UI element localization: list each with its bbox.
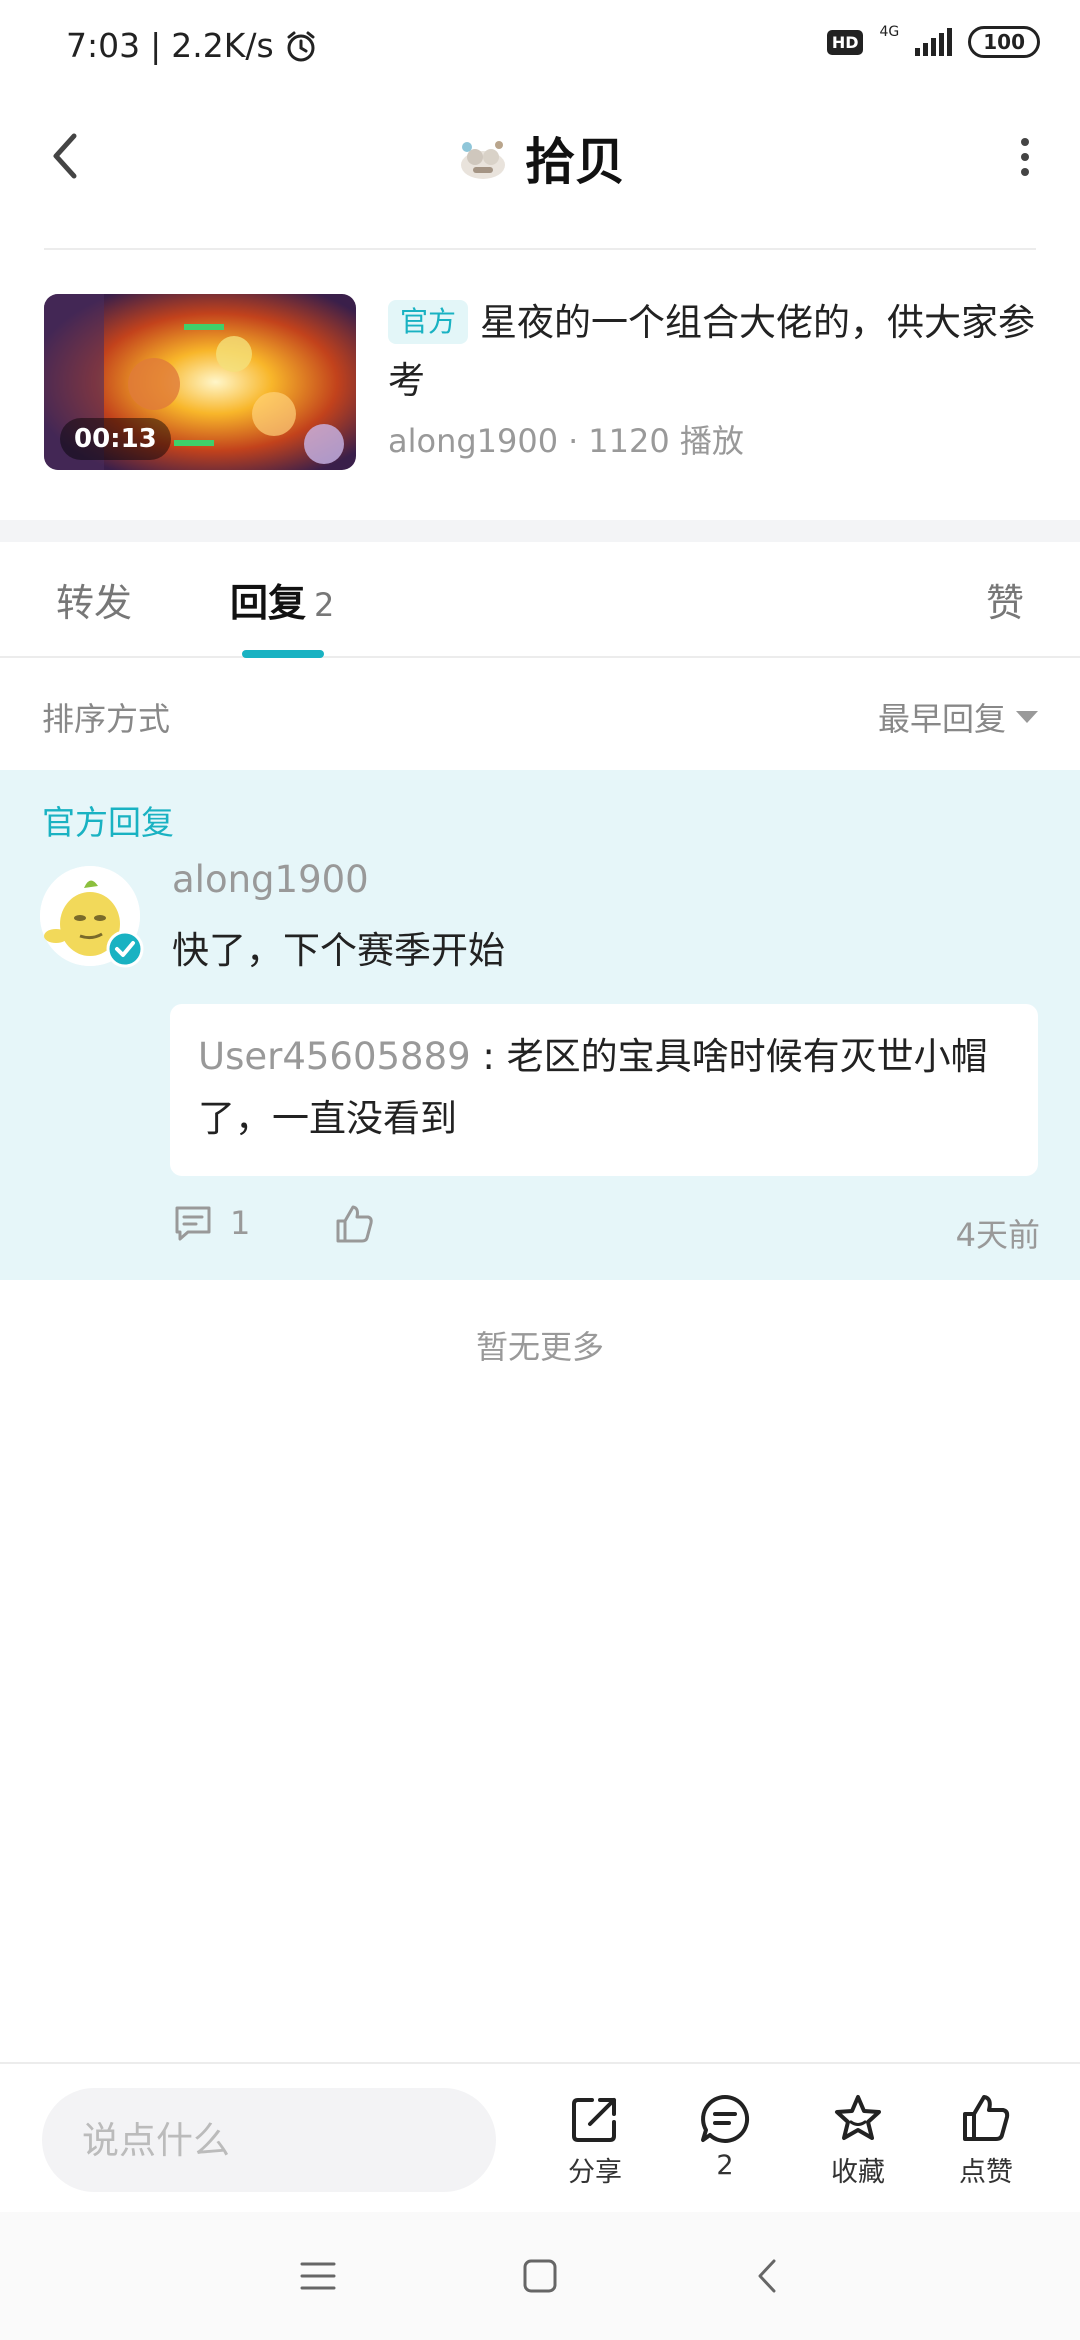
- comment-icon: [175, 1206, 211, 1241]
- sort-dropdown[interactable]: 最早回复: [878, 694, 1038, 740]
- signal-icon: [915, 28, 953, 56]
- battery-icon: 100: [968, 26, 1040, 58]
- section-divider: [0, 520, 1080, 542]
- system-back-icon[interactable]: [748, 2256, 788, 2296]
- active-tab-indicator: [242, 650, 324, 658]
- tab-bar: 转发 回复 2 赞: [0, 542, 1080, 658]
- page-title: 拾贝: [525, 133, 625, 191]
- sort-value: 最早回复: [877, 700, 1006, 738]
- comment-bubble-icon: [701, 2094, 750, 2143]
- caret-down-icon: [1016, 711, 1038, 723]
- status-time: 7:03: [66, 26, 141, 65]
- official-reply: 官方回复 along1900 快了，下个赛季开始 User45605889 : …: [0, 770, 1080, 1280]
- video-duration: 00:13: [60, 418, 171, 460]
- tab-reply-count: 2: [314, 586, 335, 624]
- comment-input[interactable]: [42, 2088, 496, 2192]
- header-divider: [44, 248, 1036, 250]
- official-badge: 官方: [388, 300, 469, 344]
- quote-separator: :: [470, 1035, 507, 1078]
- tab-repost[interactable]: 转发: [56, 572, 132, 627]
- post-title-line[interactable]: 官方 星夜的一个组合大佬的，供大家参考: [388, 294, 1048, 410]
- like-button[interactable]: 点赞: [931, 2092, 1041, 2189]
- collect-button[interactable]: 收藏: [803, 2092, 913, 2189]
- status-bar: 7:03 | 2.2K/s HD 4G 100: [0, 0, 1080, 96]
- network-type: 4G: [879, 24, 900, 40]
- like-label: 点赞: [959, 2157, 1013, 2188]
- share-icon: [572, 2098, 616, 2142]
- post-meta: along1900 · 1120 播放: [388, 416, 1048, 462]
- avatar[interactable]: [40, 866, 144, 968]
- share-button[interactable]: 分享: [540, 2092, 650, 2189]
- post-info: 官方 星夜的一个组合大佬的，供大家参考 along1900 · 1120 播放: [388, 294, 1048, 462]
- post-plays: 1120 播放: [588, 422, 744, 460]
- top-nav: 拾贝: [0, 96, 1080, 250]
- no-more-text: 暂无更多: [475, 1328, 604, 1366]
- share-label: 分享: [568, 2157, 622, 2188]
- thumbs-up-icon[interactable]: [332, 1202, 376, 1246]
- system-nav-bar: [0, 2212, 1080, 2340]
- quoted-comment[interactable]: User45605889 : 老区的宝具啥时候有灭世小帽了，一直没看到: [170, 1004, 1038, 1176]
- home-icon[interactable]: [520, 2256, 560, 2296]
- star-icon: [835, 2095, 881, 2140]
- like-icon: [963, 2095, 1010, 2141]
- bottom-action-bar: 分享 2 收藏 点赞: [0, 2062, 1080, 2212]
- status-separator: |: [150, 26, 162, 65]
- net-speed: 2.2K/s: [171, 26, 274, 65]
- tab-reply[interactable]: 回复 2: [230, 572, 334, 627]
- video-thumbnail[interactable]: 00:13: [44, 294, 356, 470]
- status-left: 7:03 | 2.2K/s: [66, 26, 318, 65]
- tab-like[interactable]: 赞: [986, 572, 1024, 627]
- post-author[interactable]: along1900: [388, 422, 558, 460]
- verified-icon: [106, 930, 144, 968]
- meta-dot: ·: [568, 422, 579, 460]
- sort-label: 排序方式: [42, 700, 171, 738]
- quoted-user[interactable]: User45605889: [198, 1035, 471, 1078]
- reply-author[interactable]: along1900: [172, 858, 369, 901]
- header-center: 拾贝: [0, 122, 1080, 194]
- reply-text: 快了，下个赛季开始: [172, 929, 505, 972]
- alarm-icon: [287, 31, 315, 61]
- reply-comment-count: 1: [230, 1204, 251, 1242]
- reply-time: 4天前: [955, 1216, 1040, 1254]
- reply-actions: 1 4天前: [172, 1202, 1040, 1262]
- recent-apps-icon[interactable]: [298, 2256, 338, 2296]
- channel-logo-icon: [461, 141, 505, 179]
- official-reply-label: 官方回复: [42, 803, 174, 842]
- collect-label: 收藏: [831, 2157, 885, 2188]
- comments-count: 2: [716, 2150, 734, 2181]
- hd-badge: HD: [826, 29, 864, 55]
- more-options-icon[interactable]: [1010, 132, 1040, 182]
- sort-bar: 排序方式 最早回复: [0, 660, 1080, 770]
- reply-comment-button[interactable]: 1: [172, 1202, 250, 1244]
- post-card[interactable]: 00:13 官方 星夜的一个组合大佬的，供大家参考 along1900 · 1120 …: [0, 270, 1080, 520]
- comments-button[interactable]: 2: [670, 2092, 780, 2181]
- status-right: HD 4G 100: [826, 24, 1040, 58]
- tab-reply-label: 回复: [230, 581, 307, 625]
- post-title: 星夜的一个组合大佬的，供大家参考: [388, 301, 1036, 402]
